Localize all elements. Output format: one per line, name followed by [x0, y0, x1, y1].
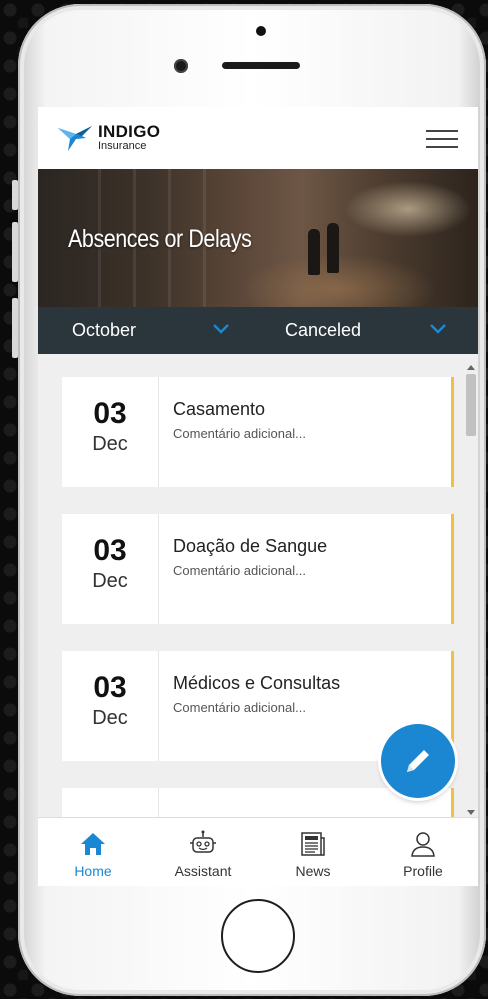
home-button[interactable]	[221, 899, 295, 973]
entry-comment: Comentário adicional...	[173, 563, 306, 578]
scrollbar-thumb[interactable]	[466, 374, 476, 436]
home-icon	[81, 833, 105, 855]
brand-subtitle: Insurance	[98, 139, 147, 152]
earpiece-speaker	[222, 62, 300, 69]
list-item[interactable]: 03 Dec Doação de Sangue Comentário adici…	[62, 514, 454, 624]
month-filter-value: October	[72, 320, 137, 340]
newspaper-icon	[301, 832, 325, 856]
app-header: INDIGO Insurance	[38, 107, 478, 170]
status-filter-dropdown[interactable]: Canceled	[285, 307, 465, 354]
nav-tab-profile[interactable]: Profile	[368, 818, 478, 886]
app-screen: INDIGO Insurance Absences or Delays Octo…	[38, 107, 478, 886]
nav-tab-assistant[interactable]: Assistant	[148, 818, 258, 886]
date-block: 03 Dec	[62, 377, 159, 487]
nav-label-profile: Profile	[403, 863, 443, 879]
list-item[interactable]	[62, 788, 454, 817]
chevron-down-icon	[213, 324, 229, 334]
user-icon	[411, 832, 435, 857]
nav-label-news: News	[295, 863, 331, 879]
entry-month: Dec	[92, 707, 128, 729]
filter-bar: October Canceled	[38, 307, 478, 354]
page-title: Absences or Delays	[68, 225, 252, 253]
pencil-icon	[407, 750, 429, 772]
person-silhouette	[308, 229, 320, 275]
edit-fab-button[interactable]	[381, 724, 455, 798]
front-camera	[174, 59, 188, 73]
entry-title: Casamento	[173, 399, 266, 419]
hamburger-menu-icon[interactable]	[426, 130, 458, 148]
entry-day: 03	[93, 671, 127, 704]
entry-month: Dec	[92, 433, 128, 455]
month-filter-dropdown[interactable]: October	[72, 307, 262, 354]
scroll-up-arrow-icon[interactable]	[467, 364, 475, 370]
nav-label-assistant: Assistant	[174, 863, 232, 879]
entry-month: Dec	[92, 570, 128, 592]
date-block: 03 Dec	[62, 651, 159, 761]
list-scrollbar[interactable]	[464, 364, 478, 816]
brand-logo[interactable]: INDIGO Insurance	[56, 122, 160, 152]
entry-day: 03	[93, 397, 127, 430]
status-filter-value: Canceled	[285, 320, 362, 340]
nav-tab-news[interactable]: News	[258, 818, 368, 886]
entry-comment: Comentário adicional...	[173, 426, 306, 441]
chevron-down-icon	[430, 324, 446, 334]
entry-day: 03	[93, 534, 127, 567]
hummingbird-logo-icon	[58, 126, 92, 151]
entry-comment: Comentário adicional...	[173, 700, 306, 715]
nav-tab-home[interactable]: Home	[38, 818, 148, 886]
date-block	[62, 788, 159, 817]
list-item[interactable]: 03 Dec Casamento Comentário adicional...	[62, 377, 454, 487]
person-silhouette	[327, 223, 339, 273]
robot-icon	[190, 830, 216, 853]
brand-name: INDIGO	[98, 121, 161, 141]
proximity-sensor	[256, 26, 266, 36]
scroll-down-arrow-icon[interactable]	[467, 810, 475, 816]
date-block: 03 Dec	[62, 514, 159, 624]
entry-title: Doação de Sangue	[173, 536, 328, 556]
entry-title: Médicos e Consultas	[173, 673, 341, 693]
nav-label-home: Home	[74, 863, 112, 879]
bottom-navigation: Home Assistant News Profile	[38, 817, 478, 886]
hero-banner: Absences or Delays	[38, 169, 478, 307]
